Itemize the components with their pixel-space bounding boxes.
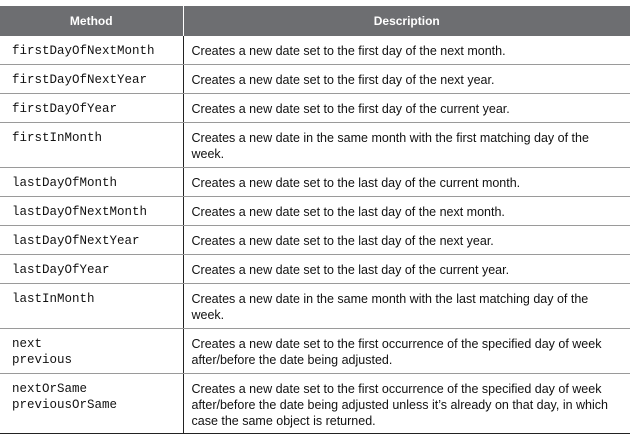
method-name: lastDayOfNextYear <box>12 234 140 248</box>
description-cell: Creates a new date set to the first occu… <box>183 373 630 434</box>
description-cell: Creates a new date set to the last day o… <box>183 167 630 197</box>
table-row: lastDayOfNextYear Creates a new date set… <box>0 225 630 255</box>
method-table-container: Method Description firstDayOfNextMonth C… <box>0 6 630 434</box>
table-row: firstDayOfYear Creates a new date set to… <box>0 93 630 123</box>
table-row: firstDayOfNextMonth Creates a new date s… <box>0 36 630 65</box>
method-name: lastDayOfYear <box>12 263 110 277</box>
method-name: previousOrSame <box>12 398 118 412</box>
column-header-description: Description <box>183 6 630 36</box>
description-cell: Creates a new date set to the first day … <box>183 64 630 94</box>
method-name: firstDayOfYear <box>12 102 118 116</box>
method-name: firstDayOfNextMonth <box>12 44 155 58</box>
description-cell: Creates a new date set to the last day o… <box>183 225 630 255</box>
table-row: nextOrSame previousOrSame Creates a new … <box>0 373 630 434</box>
method-name: next <box>12 337 43 351</box>
method-cell: lastDayOfNextMonth <box>0 196 184 226</box>
description-cell: Creates a new date in the same month wit… <box>183 122 630 168</box>
method-name: lastDayOfNextMonth <box>12 205 148 219</box>
method-name: lastInMonth <box>12 292 95 306</box>
table-row: lastDayOfYear Creates a new date set to … <box>0 254 630 284</box>
method-table: Method Description firstDayOfNextMonth C… <box>0 6 630 434</box>
method-cell: firstDayOfNextYear <box>0 64 184 94</box>
description-cell: Creates a new date set to the first occu… <box>183 328 630 374</box>
method-cell: firstDayOfNextMonth <box>0 36 184 65</box>
description-cell: Creates a new date in the same month wit… <box>183 283 630 329</box>
table-row: lastDayOfNextMonth Creates a new date se… <box>0 196 630 226</box>
table-row: next previous Creates a new date set to … <box>0 328 630 374</box>
method-cell: lastDayOfYear <box>0 254 184 284</box>
column-header-method: Method <box>0 6 184 36</box>
method-name: previous <box>12 353 73 367</box>
method-name: lastDayOfMonth <box>12 176 118 190</box>
method-cell: lastDayOfMonth <box>0 167 184 197</box>
table-header-row: Method Description <box>0 6 630 36</box>
method-cell: lastInMonth <box>0 283 184 329</box>
method-name: nextOrSame <box>12 382 88 396</box>
method-name: firstInMonth <box>12 131 103 145</box>
table-row: lastInMonth Creates a new date in the sa… <box>0 283 630 329</box>
description-cell: Creates a new date set to the last day o… <box>183 254 630 284</box>
method-name: firstDayOfNextYear <box>12 73 148 87</box>
description-cell: Creates a new date set to the first day … <box>183 93 630 123</box>
table-row: firstDayOfNextYear Creates a new date se… <box>0 64 630 94</box>
description-cell: Creates a new date set to the first day … <box>183 36 630 65</box>
description-cell: Creates a new date set to the last day o… <box>183 196 630 226</box>
method-cell: firstDayOfYear <box>0 93 184 123</box>
table-row: firstInMonth Creates a new date in the s… <box>0 122 630 168</box>
method-cell: nextOrSame previousOrSame <box>0 373 184 434</box>
table-row: lastDayOfMonth Creates a new date set to… <box>0 167 630 197</box>
method-cell: lastDayOfNextYear <box>0 225 184 255</box>
method-cell: next previous <box>0 328 184 374</box>
method-cell: firstInMonth <box>0 122 184 168</box>
